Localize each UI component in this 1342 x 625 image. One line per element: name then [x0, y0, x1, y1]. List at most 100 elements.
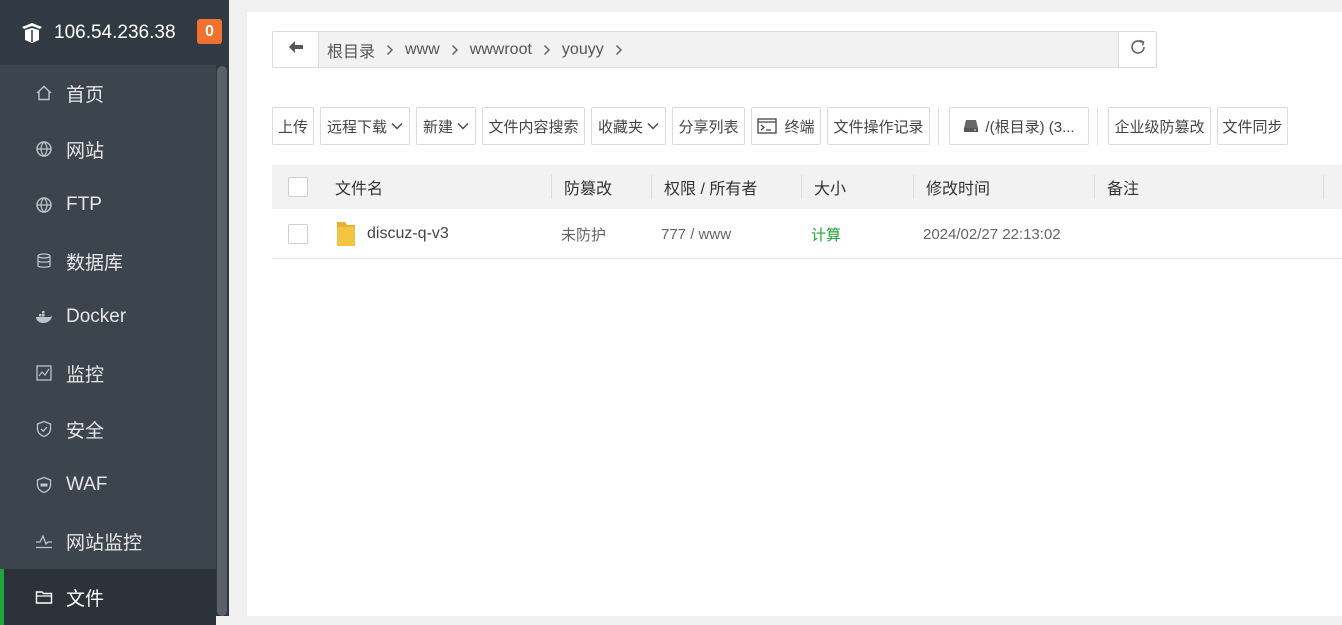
- breadcrumb-youyy[interactable]: youyy: [562, 41, 604, 59]
- sidebar-item-label: Docker: [66, 306, 127, 327]
- file-sync-label: 文件同步: [1222, 118, 1283, 136]
- back-button[interactable]: [273, 32, 319, 67]
- share-list-button[interactable]: 分享列表: [672, 107, 745, 145]
- cell-name: discuz-q-v3: [335, 210, 552, 259]
- header-size-label: 大小: [814, 181, 847, 198]
- sidebar-item-security[interactable]: 安全: [0, 401, 216, 457]
- share-list-label: 分享列表: [678, 118, 739, 136]
- header-note[interactable]: 备注: [1095, 165, 1324, 209]
- sidebar-item-waf[interactable]: WAF: [0, 457, 216, 513]
- table-row[interactable]: discuz-q-v3 未防护 777 / www 计算 2024/02/27 …: [272, 210, 1342, 259]
- chevron-down-icon: [457, 122, 469, 130]
- terminal-icon: [757, 118, 778, 134]
- sidebar-item-label: 首页: [66, 84, 105, 106]
- select-all-checkbox[interactable]: [288, 177, 308, 197]
- upload-label: 上传: [278, 118, 309, 136]
- breadcrumb-www[interactable]: www: [405, 41, 440, 59]
- new-label: 新建: [422, 118, 453, 136]
- docker-icon: [35, 308, 53, 326]
- cell-tamper: 未防护: [552, 210, 652, 259]
- upload-button[interactable]: 上传: [272, 107, 314, 145]
- chevron-right-icon: [615, 44, 623, 56]
- modified-time: 2024/02/27 22:13:02: [923, 225, 1061, 243]
- row-select: [272, 210, 335, 259]
- refresh-button[interactable]: [1118, 32, 1156, 67]
- cell-note: [1095, 210, 1324, 259]
- notification-badge[interactable]: 0: [197, 19, 222, 44]
- sidebar-item-websites[interactable]: 网站: [0, 121, 216, 177]
- globe-icon: [35, 140, 53, 158]
- sidebar-item-docker[interactable]: Docker: [0, 289, 216, 345]
- cell-permission: 777 / www: [652, 210, 802, 259]
- new-button[interactable]: 新建: [416, 107, 476, 145]
- permission-owner[interactable]: 777 / www: [661, 226, 731, 243]
- sidebar-item-label: WAF: [66, 474, 108, 495]
- tamper-status: 未防护: [561, 226, 607, 244]
- server-ip: 106.54.236.38: [54, 21, 176, 43]
- sidebar-item-label: 网站监控: [66, 532, 143, 554]
- cell-size: 计算: [802, 210, 914, 259]
- header-size[interactable]: 大小: [802, 165, 914, 209]
- header-perm-label: 权限 / 所有者: [664, 181, 758, 198]
- folder-icon: [35, 588, 53, 606]
- disk-select-button[interactable]: /(根目录) (3...: [949, 107, 1089, 145]
- breadcrumb-root[interactable]: 根目录: [327, 38, 375, 62]
- database-icon: [35, 252, 53, 270]
- breadcrumb-wwwroot[interactable]: wwwroot: [470, 41, 532, 59]
- tamper-proof-button[interactable]: 企业级防篡改: [1108, 107, 1211, 145]
- sidebar-item-label: 文件: [66, 588, 105, 610]
- sidebar-item-label: 安全: [66, 420, 105, 442]
- arrow-left-icon: [288, 40, 304, 59]
- header-select-all: [272, 165, 335, 209]
- chevron-right-icon: [543, 44, 551, 56]
- remote-download-label: 远程下载: [326, 118, 387, 136]
- file-toolbar: 上传 远程下载 新建 文件内容搜索 收藏夹 分享列表 终端 文件操作记录 /(根…: [272, 107, 1294, 145]
- sidebar-item-label: 数据库: [66, 252, 124, 274]
- refresh-icon: [1129, 38, 1147, 61]
- favorites-label: 收藏夹: [597, 118, 643, 136]
- file-name-link[interactable]: discuz-q-v3: [367, 225, 449, 243]
- ftp-globe-icon: [35, 196, 53, 214]
- header-permission[interactable]: 权限 / 所有者: [652, 165, 802, 209]
- header-mtime-label: 修改时间: [926, 181, 991, 198]
- chevron-down-icon: [647, 122, 659, 130]
- row-checkbox[interactable]: [288, 224, 308, 244]
- content-search-button[interactable]: 文件内容搜索: [482, 107, 585, 145]
- sidebar: 106.54.236.38 0 首页 网站 FTP 数据库 Docker 监控: [0, 0, 229, 625]
- column-divider: [1323, 175, 1324, 199]
- sidebar-item-ftp[interactable]: FTP: [0, 177, 216, 233]
- sidebar-item-label: FTP: [66, 194, 102, 215]
- sidebar-scrollbar-thumb[interactable]: [217, 66, 227, 616]
- sidebar-item-monitor[interactable]: 监控: [0, 345, 216, 401]
- monitor-icon: [35, 364, 53, 382]
- shield-icon: [35, 420, 53, 438]
- breadcrumb[interactable]: 根目录 www wwwroot youyy: [319, 32, 1118, 67]
- server-header: 106.54.236.38: [0, 0, 229, 65]
- toolbar-divider: [1097, 107, 1098, 145]
- sidebar-item-files[interactable]: 文件: [0, 569, 216, 625]
- calculate-size-link[interactable]: 计算: [811, 224, 841, 245]
- chevron-right-icon: [386, 44, 394, 56]
- remote-download-button[interactable]: 远程下载: [320, 107, 410, 145]
- chart-line-icon: [35, 532, 53, 550]
- file-log-label: 文件操作记录: [833, 118, 924, 136]
- logo-icon: [20, 21, 44, 45]
- toolbar-divider: [938, 107, 939, 145]
- table-header: 文件名 防篡改 权限 / 所有者 大小 修改时间 备注: [272, 165, 1342, 209]
- sidebar-item-label: 网站: [66, 140, 105, 162]
- file-sync-button[interactable]: 文件同步: [1217, 107, 1288, 145]
- header-name[interactable]: 文件名: [335, 165, 552, 209]
- cell-mtime: 2024/02/27 22:13:02: [914, 210, 1095, 259]
- disk-icon: [963, 119, 979, 133]
- terminal-button[interactable]: 终端: [751, 107, 821, 145]
- sidebar-item-site-monitor[interactable]: 网站监控: [0, 513, 216, 569]
- header-mtime[interactable]: 修改时间: [914, 165, 1095, 209]
- header-tamper-label: 防篡改: [564, 181, 613, 198]
- sidebar-item-home[interactable]: 首页: [0, 65, 216, 121]
- file-log-button[interactable]: 文件操作记录: [827, 107, 930, 145]
- header-tamper[interactable]: 防篡改: [552, 165, 652, 209]
- sidebar-item-database[interactable]: 数据库: [0, 233, 216, 289]
- favorites-button[interactable]: 收藏夹: [591, 107, 666, 145]
- chevron-right-icon: [451, 44, 459, 56]
- header-note-label: 备注: [1107, 181, 1140, 198]
